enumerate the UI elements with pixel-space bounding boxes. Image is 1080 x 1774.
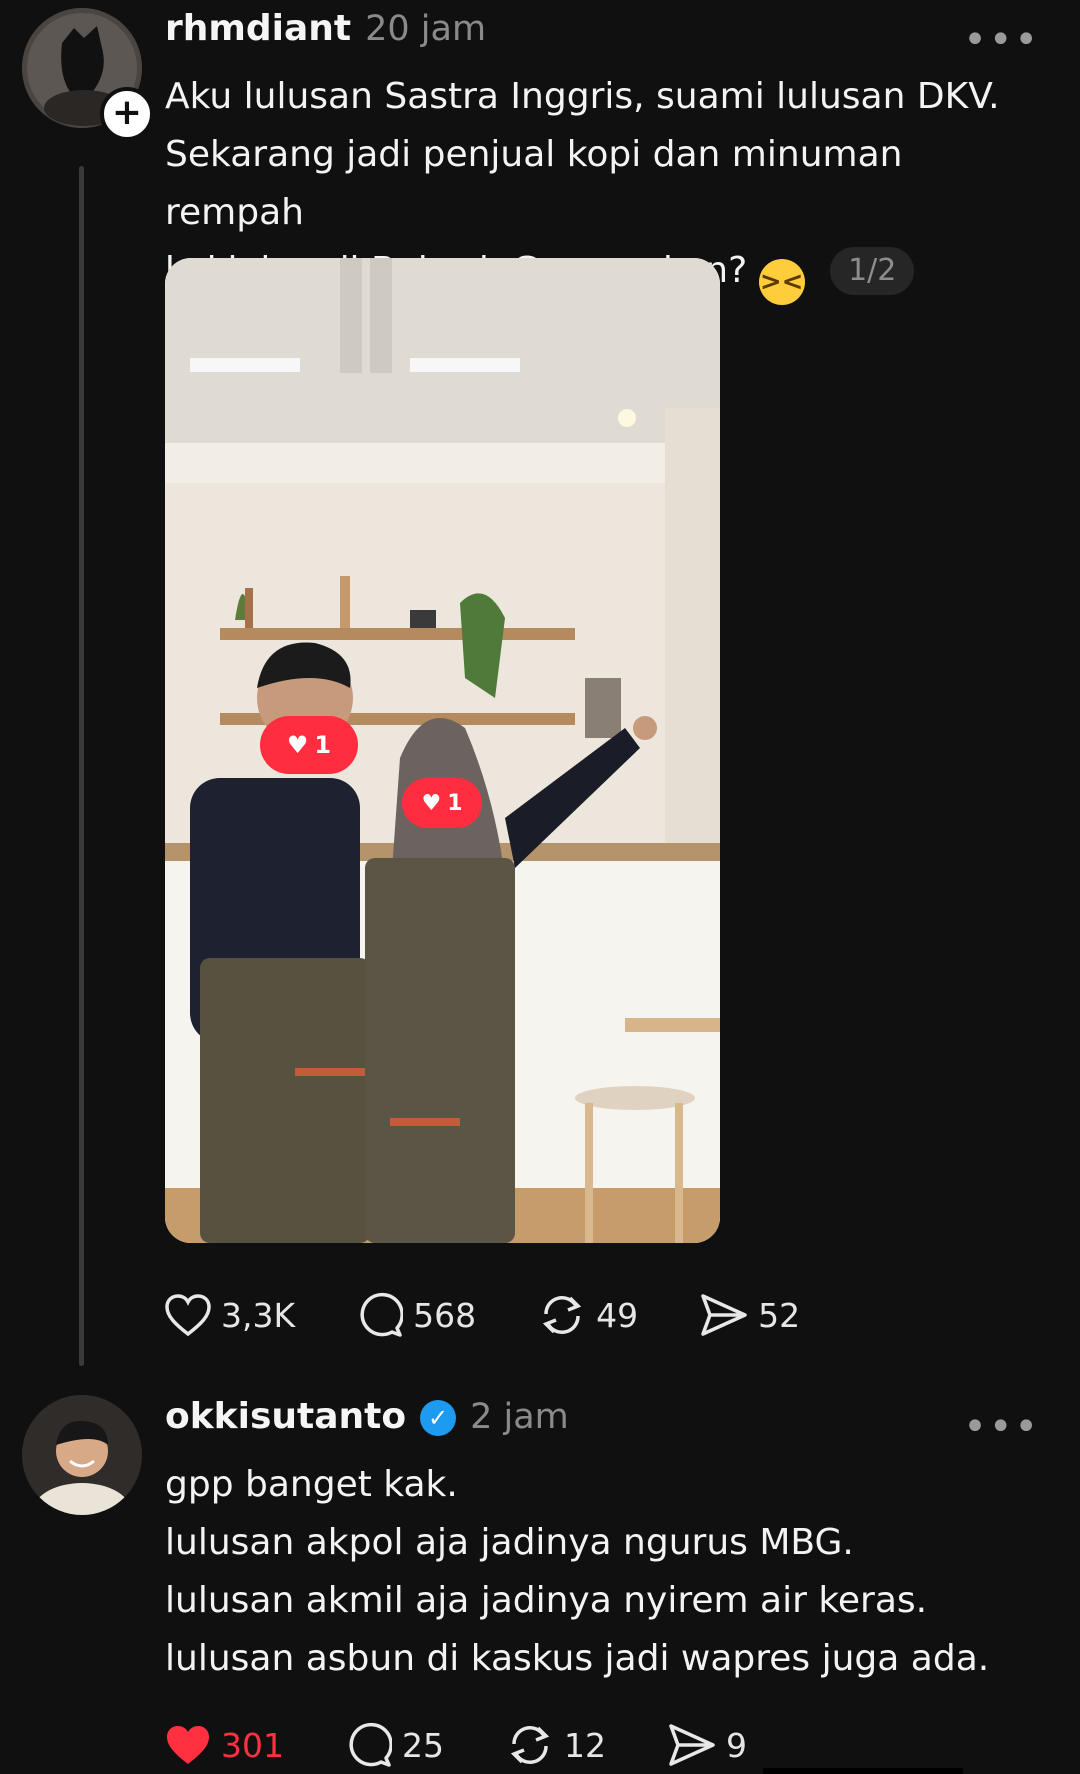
- photo-reaction-count-1: 1: [314, 731, 332, 759]
- comment-icon: [349, 1722, 392, 1767]
- comment-icon: [360, 1292, 404, 1337]
- reply-text: gpp banget kak. lulusan akpol aja jadiny…: [165, 1456, 1025, 1688]
- reply-like-count: 301: [221, 1725, 284, 1765]
- reply-actions: 301 25 12 9: [165, 1722, 809, 1768]
- share-count: 52: [758, 1295, 801, 1335]
- like-button[interactable]: 3,3K: [165, 1294, 295, 1336]
- reply-username[interactable]: okkisutanto: [165, 1396, 406, 1437]
- verified-badge-icon: ✓: [420, 1400, 457, 1436]
- post-more-icon[interactable]: •••: [963, 20, 1040, 60]
- photo-reaction-badge-2: ♥ 1: [402, 778, 482, 828]
- repost-icon: [543, 1296, 582, 1334]
- reply-repost-count: 12: [564, 1725, 606, 1765]
- reply-more-icon[interactable]: •••: [963, 1407, 1040, 1447]
- laughing-emoji-icon: ><: [758, 259, 805, 305]
- image-pager: 1/2: [830, 247, 915, 295]
- follow-plus-button[interactable]: +: [100, 87, 154, 141]
- reply-header: okkisutanto ✓ 2 jam: [165, 1396, 569, 1440]
- reply-reply-button[interactable]: 25: [346, 1722, 444, 1768]
- post-text-line-2: Sekarang jadi penjual kopi dan minuman r…: [165, 134, 903, 233]
- reply-repost-button[interactable]: 12: [506, 1722, 606, 1768]
- send-icon: [669, 1724, 715, 1766]
- reply-text-line-4: lulusan asbun di kaskus jadi wapres juga…: [165, 1638, 990, 1679]
- reply-time: 2 jam: [470, 1397, 569, 1437]
- photo-reaction-badge-1: ♥ 1: [260, 716, 358, 774]
- reply-share-button[interactable]: 9: [668, 1723, 747, 1767]
- heart-outline-icon: [165, 1294, 211, 1336]
- post-time: 20 jam: [365, 9, 487, 49]
- reply-reply-count: 25: [402, 1725, 444, 1765]
- like-count: 3,3K: [221, 1295, 296, 1335]
- home-indicator: [763, 1768, 963, 1774]
- photo-reaction-count-2: 1: [447, 790, 463, 816]
- heart-filled-icon: [167, 1726, 209, 1764]
- reply-text-line-3: lulusan akmil aja jadinya nyirem air ker…: [165, 1580, 928, 1621]
- post-photo[interactable]: ♥ 1 ♥ 1: [165, 258, 720, 1243]
- post-header: rhmdiant 20 jam: [165, 8, 486, 52]
- heart-icon: ♥: [286, 731, 309, 759]
- share-button[interactable]: 52: [700, 1293, 800, 1337]
- post-text-line-1: Aku lulusan Sastra Inggris, suami lulusa…: [165, 76, 1000, 117]
- heart-icon: ♥: [421, 790, 442, 816]
- avatar-okkisutanto[interactable]: [22, 1395, 142, 1515]
- thread-line: [79, 166, 84, 1366]
- post-actions: 3,3K 568 49 52: [165, 1292, 862, 1338]
- repost-icon: [510, 1726, 550, 1764]
- reply-share-count: 9: [726, 1725, 747, 1765]
- reply-text-line-2: lulusan akpol aja jadinya ngurus MBG.: [165, 1522, 854, 1563]
- reply-like-button[interactable]: 301: [165, 1724, 284, 1766]
- reply-button[interactable]: 568: [357, 1292, 476, 1338]
- repost-button[interactable]: 49: [538, 1292, 638, 1338]
- post-username[interactable]: rhmdiant: [165, 8, 351, 49]
- repost-count: 49: [596, 1295, 639, 1335]
- reply-count: 568: [413, 1295, 477, 1335]
- send-icon: [701, 1294, 747, 1336]
- reply-text-line-1: gpp banget kak.: [165, 1464, 458, 1505]
